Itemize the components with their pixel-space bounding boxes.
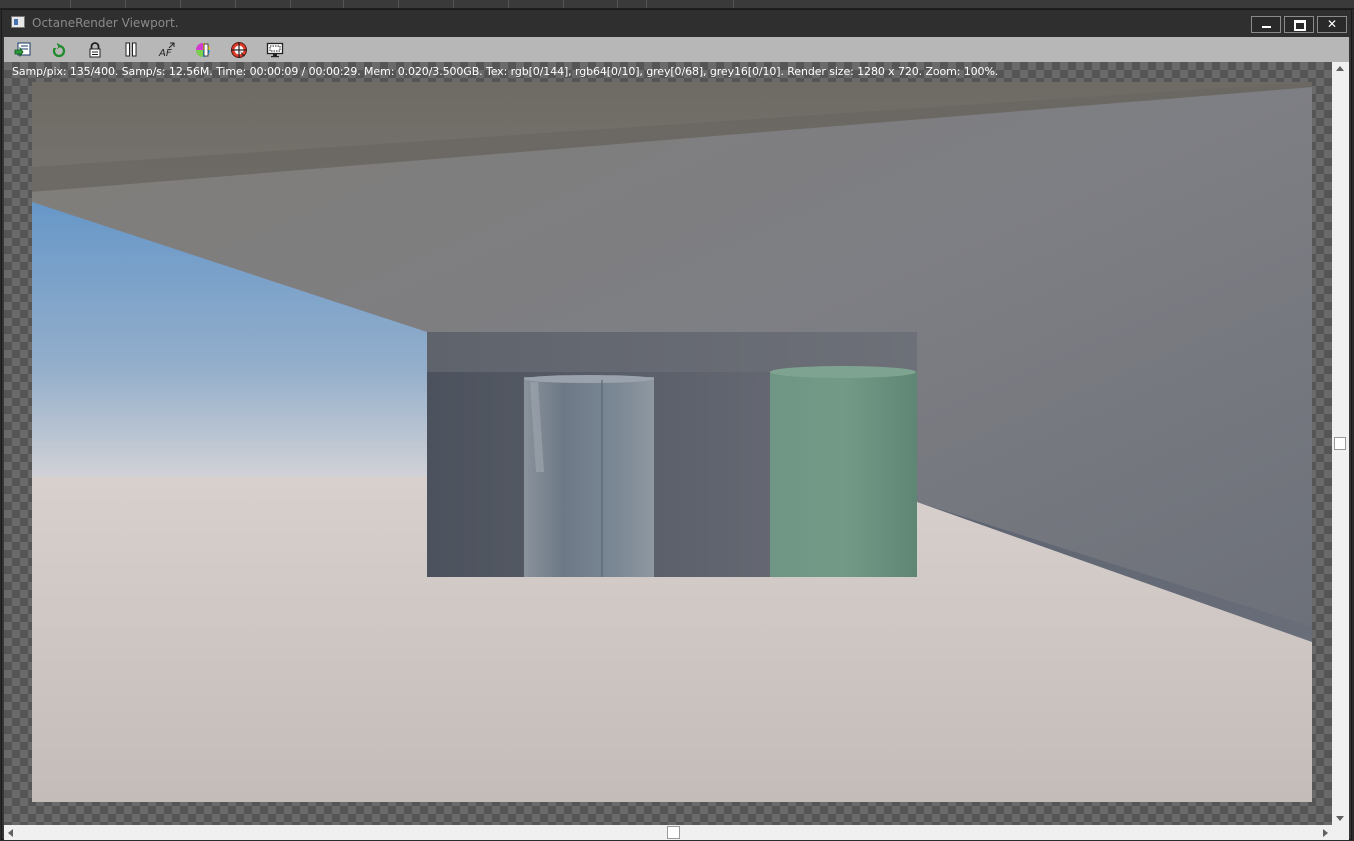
refresh-icon (52, 42, 66, 57)
horizontal-scrollbar[interactable] (4, 825, 1332, 840)
color-picker-button[interactable] (193, 40, 213, 59)
close-button[interactable]: ✕ (1317, 16, 1347, 33)
svg-text:AF: AF (158, 48, 172, 58)
lock-icon (89, 41, 101, 57)
af-icon: AF (158, 42, 175, 58)
scrollbar-corner (1332, 825, 1349, 840)
scroll-up-arrow-icon[interactable] (1336, 66, 1344, 71)
render-image[interactable] (32, 82, 1312, 802)
vertical-scrollbar[interactable] (1332, 62, 1349, 825)
autofocus-button[interactable]: AF (157, 40, 177, 59)
pick-focus-button[interactable] (229, 40, 249, 59)
render-scene (32, 82, 1312, 802)
vertical-scroll-thumb[interactable] (1334, 437, 1346, 450)
viewport-window: OctaneRender Viewport. ✕ AF Samp/pix: 13… (1, 9, 1352, 840)
maximize-button[interactable] (1284, 16, 1314, 33)
scroll-right-arrow-icon[interactable] (1323, 829, 1328, 837)
scroll-left-arrow-icon[interactable] (8, 829, 13, 837)
export-render-button[interactable] (13, 40, 33, 59)
pause-icon (125, 42, 137, 56)
target-icon (231, 41, 247, 58)
color-palette-icon (196, 42, 210, 57)
restart-render-button[interactable] (49, 40, 69, 59)
title-bar[interactable]: OctaneRender Viewport. ✕ (2, 10, 1351, 37)
render-status-bar: Samp/pix: 135/400. Samp/s: 12.56M. Time:… (12, 65, 999, 78)
minimize-button[interactable] (1251, 16, 1281, 33)
monitor-icon (266, 42, 284, 57)
save-render-icon (14, 42, 31, 57)
scroll-down-arrow-icon[interactable] (1336, 816, 1344, 821)
host-app-strip (0, 0, 1354, 9)
region-render-button[interactable] (265, 40, 285, 59)
app-icon (11, 16, 25, 28)
render-viewport[interactable]: Samp/pix: 135/400. Samp/s: 12.56M. Time:… (4, 62, 1332, 825)
toolbar: AF (4, 37, 1349, 62)
lock-viewport-button[interactable] (85, 40, 105, 59)
pause-render-button[interactable] (121, 40, 141, 59)
horizontal-scroll-thumb[interactable] (667, 826, 680, 839)
window-title: OctaneRender Viewport. (32, 16, 179, 30)
